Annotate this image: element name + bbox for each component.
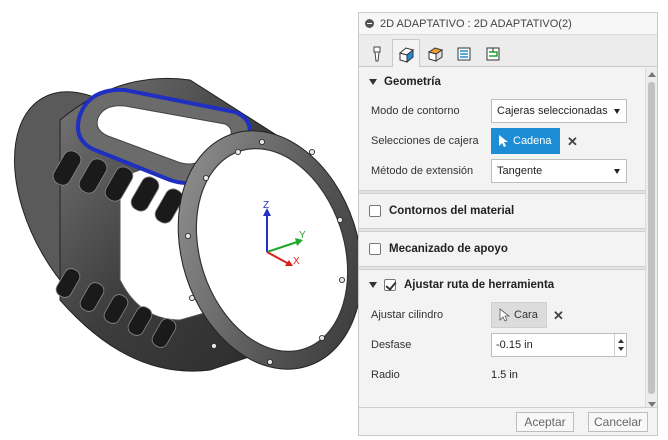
section-mecanizado-header[interactable]: Mecanizado de apoyo [359,232,646,266]
accept-button[interactable]: Aceptar [516,412,574,432]
cara-label: Cara [514,309,538,321]
section-contornos-title: Contornos del material [389,205,515,217]
collapse-icon[interactable] [365,19,374,28]
operation-dialog: 2D ADAPTATIVO : 2D ADAPTATIVO(2) Geometr… [358,12,658,436]
section-geometria-title: Geometría [384,76,441,88]
row-ajustar-cilindro: Ajustar cilindro Cara ✕ [359,300,646,330]
cursor-arrow-icon [499,308,510,322]
tab-geometry[interactable] [392,39,420,67]
desfase-spinner[interactable] [614,334,626,356]
section-ajustar-header[interactable]: Ajustar ruta de herramienta [359,270,646,300]
tab-tool[interactable] [363,40,391,66]
ajustar-cilindro-label: Ajustar cilindro [371,309,444,321]
spin-down-icon[interactable] [618,347,624,351]
cara-select-button[interactable]: Cara [491,302,547,328]
modo-contorno-select[interactable]: Cajeras seleccionadas [491,99,627,123]
tab-heights[interactable] [421,40,449,66]
modo-contorno-label: Modo de contorno [371,105,460,117]
dropdown-arrow-icon [614,169,620,174]
geometry-icon [398,46,415,63]
cursor-arrow-icon [499,135,508,147]
dialog-footer: Aceptar Cancelar [359,407,657,435]
radio-value: 1.5 in [491,369,518,381]
row-modo-contorno: Modo de contorno Cajeras seleccionadas [359,96,646,126]
dialog-titlebar: 2D ADAPTATIVO : 2D ADAPTATIVO(2) [359,13,657,35]
section-ajustar-title: Ajustar ruta de herramienta [404,279,555,291]
tool-icon [373,46,381,61]
section-geometria-header[interactable]: Geometría [359,68,646,96]
expand-triangle-icon [369,282,377,288]
desfase-label: Desfase [371,339,412,351]
triad-y-label: Y [299,230,306,241]
scroll-thumb[interactable] [648,82,655,394]
expand-triangle-icon [369,79,377,85]
triad-z-label: Z [263,200,270,211]
mecanizado-checkbox[interactable] [369,243,381,255]
row-selecciones: Selecciones de cajera Cadena ✕ [359,126,646,156]
clear-selection-close-icon[interactable]: ✕ [567,135,578,148]
dialog-title: 2D ADAPTATIVO : 2D ADAPTATIVO(2) [380,17,572,30]
row-metodo-extension: Método de extensión Tangente [359,156,646,186]
triad-x-label: X [293,256,300,267]
tab-linking[interactable] [479,40,507,66]
row-radio: Radio 1.5 in [359,360,646,390]
scroll-up-icon[interactable] [648,72,656,77]
selecciones-label: Selecciones de cajera [371,135,479,147]
passes-icon [457,47,471,60]
linking-icon [486,47,500,60]
heights-icon [427,46,444,62]
metodo-extension-select[interactable]: Tangente [491,159,627,183]
dropdown-arrow-icon [614,109,620,114]
section-mecanizado-title: Mecanizado de apoyo [389,243,508,255]
cadena-label: Cadena [513,135,552,147]
desfase-value: -0.15 in [496,339,533,351]
section-contornos-header[interactable]: Contornos del material [359,194,646,228]
metodo-extension-value: Tangente [497,165,543,177]
tab-strip [359,35,657,67]
metodo-extension-label: Método de extensión [371,165,474,177]
vertical-scrollbar[interactable] [645,68,657,411]
contornos-checkbox[interactable] [369,205,381,217]
tab-passes[interactable] [450,40,478,66]
desfase-input[interactable]: -0.15 in [491,333,627,357]
clear-cylinder-close-icon[interactable]: ✕ [553,309,564,322]
spin-up-icon[interactable] [618,339,624,343]
modo-contorno-value: Cajeras seleccionadas [497,105,608,117]
cancel-button[interactable]: Cancelar [588,412,648,432]
3d-viewport[interactable]: Z Y X [0,0,358,440]
settings-scroll-area[interactable]: Geometría Modo de contorno Cajeras selec… [359,68,646,411]
ajustar-checkbox[interactable] [384,279,396,291]
radio-label: Radio [371,369,400,381]
cadena-select-button[interactable]: Cadena [491,128,560,154]
view-triad: Z Y X [255,200,315,270]
row-desfase: Desfase -0.15 in [359,330,646,360]
